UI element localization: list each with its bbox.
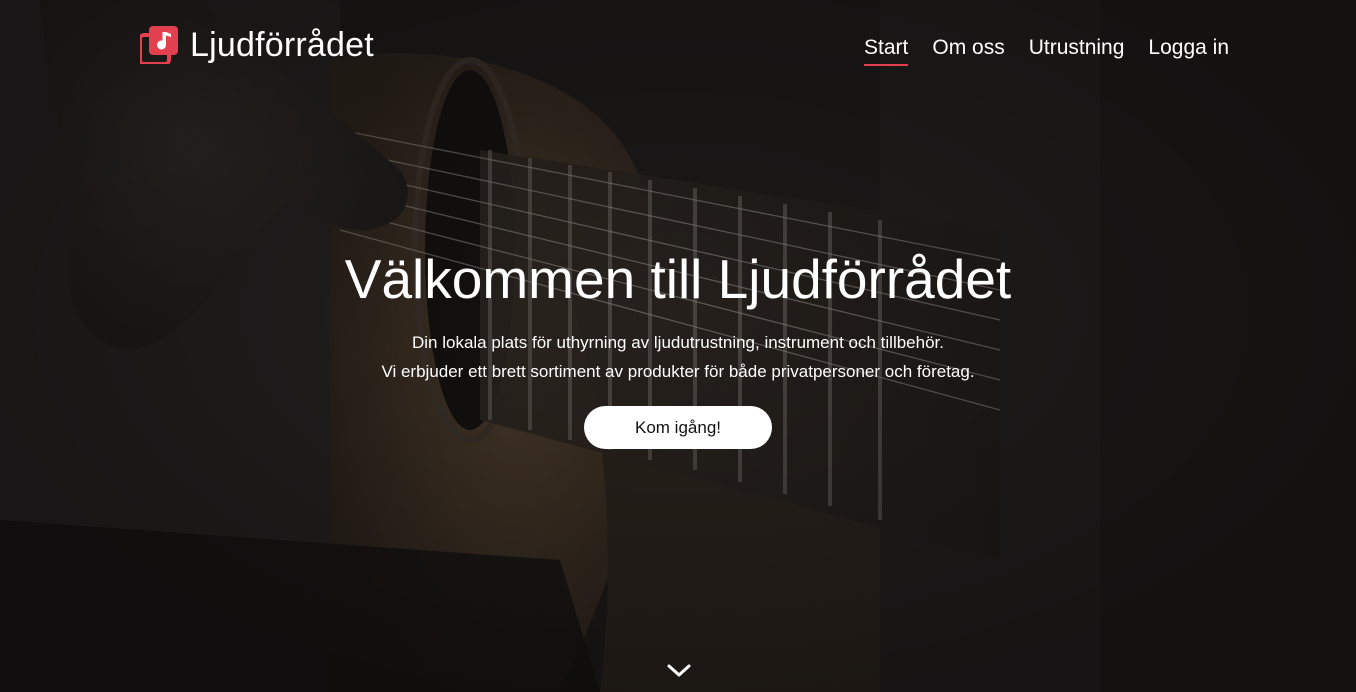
hero-lead: Din lokala plats för uthyrning av ljudut…: [0, 328, 1356, 386]
main-nav: Start Om oss Utrustning Logga in: [864, 34, 1229, 66]
nav-link-start[interactable]: Start: [864, 34, 909, 66]
brand-name: Ljudförrådet: [190, 26, 374, 64]
hero-title: Välkommen till Ljudförrådet: [344, 248, 1012, 310]
nav-link-logga-in[interactable]: Logga in: [1148, 34, 1229, 64]
hero-lead-line-1: Din lokala plats för uthyrning av ljudut…: [411, 333, 944, 352]
hero-content: Välkommen till Ljudförrådet Din lokala p…: [0, 244, 1356, 449]
nav-link-utrustning[interactable]: Utrustning: [1029, 34, 1125, 64]
nav-link-om-oss[interactable]: Om oss: [932, 34, 1004, 64]
site-header: Ljudförrådet Start Om oss Utrustning Log…: [0, 0, 1356, 96]
hero-section: Ljudförrådet Start Om oss Utrustning Log…: [0, 0, 1356, 692]
get-started-button[interactable]: Kom igång!: [584, 406, 772, 449]
hero-lead-line-2: Vi erbjuder ett brett sortiment av produ…: [381, 362, 975, 381]
music-note-stack-icon: [140, 26, 178, 64]
chevron-down-icon[interactable]: [666, 660, 692, 680]
brand-logo-link[interactable]: Ljudförrådet: [140, 26, 374, 64]
